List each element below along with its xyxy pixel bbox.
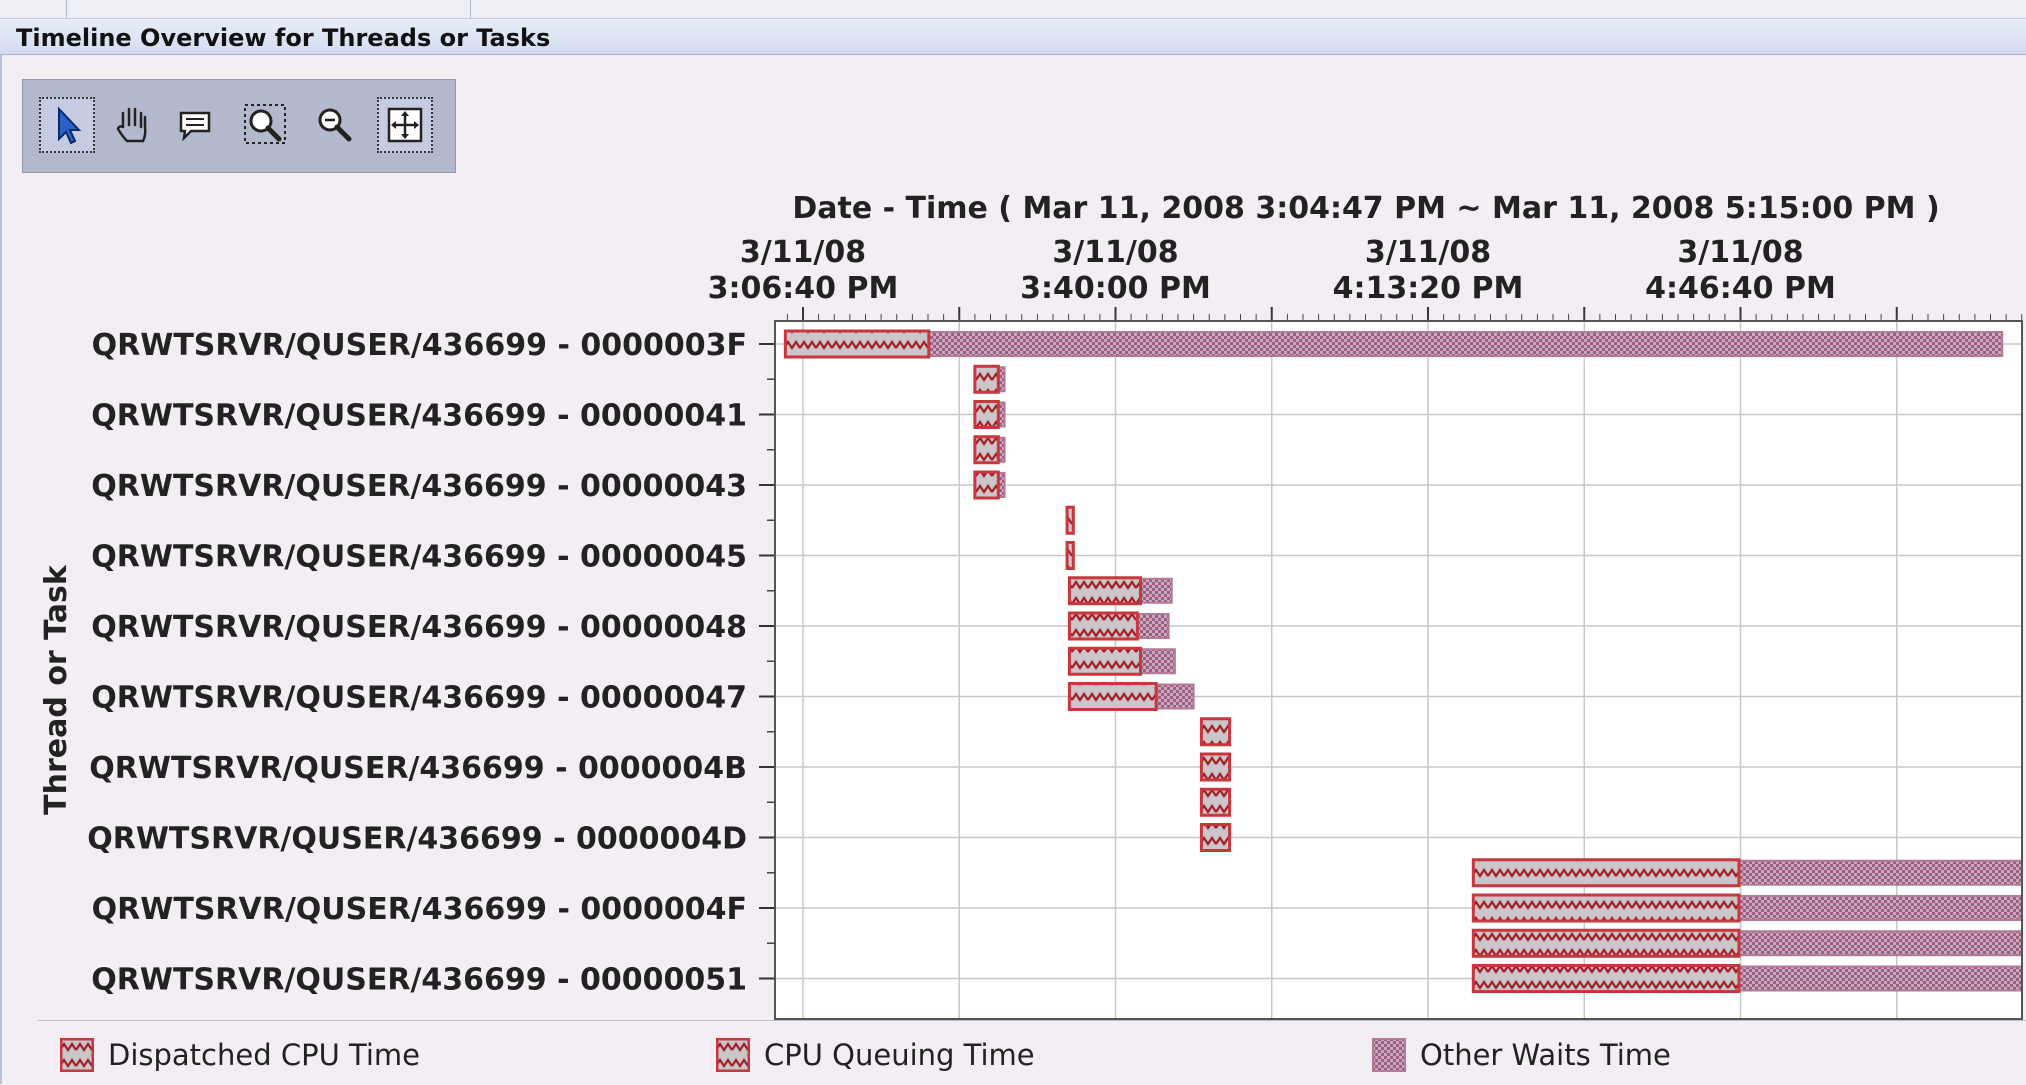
legend: Dispatched CPU Time CPU Queuing Time Oth… bbox=[38, 1020, 2026, 1085]
dispatched-cpu-swatch-icon bbox=[60, 1038, 94, 1072]
bar-other-waits bbox=[1737, 965, 2022, 992]
chart-title: Date - Time ( Mar 11, 2008 3:04:47 PM ~ … bbox=[792, 191, 1939, 226]
x-tick-label-time: 4:13:20 PM bbox=[1333, 271, 1524, 306]
x-tick-label-date: 3/11/08 bbox=[1052, 235, 1178, 270]
y-tick-label: QRWTSRVR/QUSER/436699 - 0000003F bbox=[92, 328, 747, 363]
y-tick-label: QRWTSRVR/QUSER/436699 - 0000004B bbox=[89, 751, 747, 786]
bar-dispatched-cpu bbox=[1199, 823, 1232, 852]
bar-dispatched-cpu bbox=[1471, 893, 1741, 923]
y-tick-label: QRWTSRVR/QUSER/436699 - 00000045 bbox=[91, 540, 747, 575]
bar-other-waits bbox=[1139, 648, 1176, 675]
legend-item-cpu-queuing: CPU Queuing Time bbox=[716, 1037, 1035, 1073]
bar-other-waits bbox=[1155, 683, 1195, 710]
bar-dispatched-cpu bbox=[1199, 717, 1232, 747]
bar-other-waits bbox=[1737, 859, 2022, 886]
bar-dispatched-cpu bbox=[1471, 858, 1741, 888]
y-tick-label: QRWTSRVR/QUSER/436699 - 00000043 bbox=[91, 469, 747, 504]
cpu-queuing-swatch-icon bbox=[716, 1038, 750, 1072]
y-tick-label: QRWTSRVR/QUSER/436699 - 00000041 bbox=[91, 399, 747, 434]
bar-other-waits bbox=[1139, 577, 1173, 604]
timeline-chart: Date - Time ( Mar 11, 2008 3:04:47 PM ~ … bbox=[39, 191, 2023, 1020]
legend-label: CPU Queuing Time bbox=[764, 1038, 1035, 1072]
x-tick-labels: 3/11/083:06:40 PM3/11/083:40:00 PM3/11/0… bbox=[708, 235, 1836, 306]
bar-other-waits bbox=[1737, 895, 2022, 921]
y-tick-label: QRWTSRVR/QUSER/436699 - 00000051 bbox=[91, 963, 747, 998]
bar-dispatched-cpu bbox=[1199, 787, 1232, 817]
bar-other-waits bbox=[1136, 613, 1170, 639]
bar-dispatched-cpu bbox=[1067, 682, 1158, 711]
bar-dispatched-cpu bbox=[1199, 752, 1232, 782]
bar-dispatched-cpu bbox=[973, 364, 1000, 394]
bar-dispatched-cpu bbox=[783, 329, 931, 359]
x-tick-label-date: 3/11/08 bbox=[740, 235, 866, 270]
y-tick-label: QRWTSRVR/QUSER/436699 - 0000004F bbox=[92, 892, 747, 927]
bar-dispatched-cpu bbox=[1067, 646, 1142, 676]
legend-label: Dispatched CPU Time bbox=[108, 1038, 420, 1072]
y-axis-label: Thread or Task bbox=[39, 564, 74, 815]
y-tick-label: QRWTSRVR/QUSER/436699 - 00000048 bbox=[91, 610, 747, 645]
bar-dispatched-cpu bbox=[1471, 928, 1741, 958]
legend-label: Other Waits Time bbox=[1420, 1038, 1671, 1072]
bar-other-waits bbox=[1737, 930, 2022, 957]
x-tick-label-time: 3:40:00 PM bbox=[1020, 271, 1211, 306]
bar-dispatched-cpu bbox=[973, 400, 1000, 429]
y-tick-labels: QRWTSRVR/QUSER/436699 - 0000003F QRWTSRVR… bbox=[87, 328, 747, 998]
x-tick-label-time: 4:46:40 PM bbox=[1645, 271, 1836, 306]
bar-dispatched-cpu bbox=[1065, 505, 1075, 535]
bar-other-waits bbox=[927, 331, 2004, 357]
bar-dispatched-cpu bbox=[1067, 611, 1139, 641]
bar-dispatched-cpu bbox=[973, 470, 1000, 500]
y-tick-label: QRWTSRVR/QUSER/436699 - 00000047 bbox=[91, 681, 747, 716]
legend-item-other-waits: Other Waits Time bbox=[1372, 1037, 1671, 1073]
bar-dispatched-cpu bbox=[1065, 541, 1075, 570]
legend-item-dispatched-cpu: Dispatched CPU Time bbox=[60, 1037, 420, 1073]
other-waits-swatch-icon bbox=[1372, 1038, 1406, 1072]
x-tick-label-date: 3/11/08 bbox=[1677, 235, 1803, 270]
bar-dispatched-cpu bbox=[1067, 576, 1142, 606]
bar-dispatched-cpu bbox=[973, 435, 1000, 465]
x-tick-label-date: 3/11/08 bbox=[1365, 235, 1491, 270]
x-tick-label-time: 3:06:40 PM bbox=[708, 271, 899, 306]
bar-dispatched-cpu bbox=[1471, 964, 1741, 993]
y-tick-label: QRWTSRVR/QUSER/436699 - 0000004D bbox=[87, 822, 747, 857]
